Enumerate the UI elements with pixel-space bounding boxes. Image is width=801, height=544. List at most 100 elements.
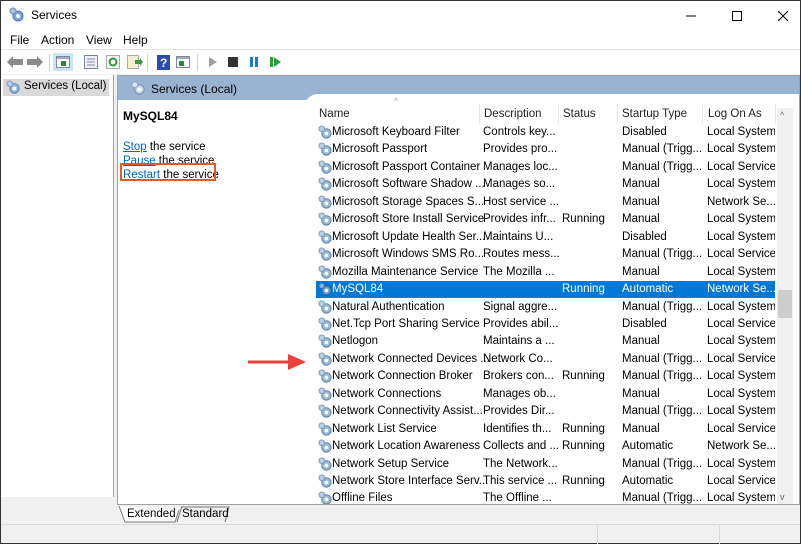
service-row[interactable]: Microsoft Software Shadow ... Manages so.… <box>316 176 775 193</box>
column-header-log-on-as[interactable]: Log On As <box>708 108 762 120</box>
service-row[interactable]: MySQL84 Running Automatic Network Se... <box>316 281 775 299</box>
service-row[interactable]: Mozilla Maintenance Service The Mozilla .… <box>316 264 775 281</box>
service-row[interactable]: Network Connection Broker Brokers con... R… <box>316 368 775 385</box>
column-resize-handle[interactable] <box>479 104 480 124</box>
service-log-on-as: Local Service <box>707 422 775 435</box>
service-row[interactable]: Network Connectivity Assist... Provides D… <box>316 403 775 420</box>
column-header-name[interactable]: Name <box>319 108 350 120</box>
service-name: Network Connection Broker <box>332 370 473 383</box>
menu-file[interactable]: File <box>10 33 29 47</box>
service-startup-type: Manual (Trigg... <box>622 370 703 383</box>
minimize-button[interactable] <box>668 1 714 30</box>
stop-action: Stop the service <box>123 141 206 153</box>
forward-button[interactable] <box>25 53 45 71</box>
refresh-button[interactable] <box>103 53 123 71</box>
scroll-thumb[interactable] <box>778 290 792 318</box>
tree-item-services-local[interactable]: Services (Local) <box>3 79 110 96</box>
service-row[interactable]: Natural Authentication Signal aggre... Man… <box>316 299 775 316</box>
service-startup-type: Automatic <box>622 283 674 296</box>
service-row[interactable]: Microsoft Passport Provides pro... Manual … <box>316 141 775 158</box>
start-service-button[interactable] <box>203 53 223 71</box>
service-name: Network Connected Devices ... <box>332 352 490 365</box>
sort-ascending-icon: ^ <box>394 97 398 106</box>
column-resize-handle[interactable] <box>617 104 618 124</box>
service-name: Network List Service <box>332 422 437 435</box>
service-gear-icon <box>318 422 332 436</box>
service-gear-icon <box>318 160 332 174</box>
stop-service-button[interactable] <box>223 53 243 71</box>
service-gear-icon <box>318 299 332 314</box>
scroll-up-icon[interactable]: ^ <box>780 110 784 120</box>
service-row[interactable]: Network Connections Manages ob... Manual Lo… <box>316 386 775 403</box>
service-name: Microsoft Store Install Service <box>332 213 485 226</box>
show-hide-console-tree-button[interactable] <box>53 53 73 71</box>
show-action-pane-icon <box>176 56 190 68</box>
column-resize-handle[interactable] <box>775 104 776 124</box>
maximize-button[interactable] <box>714 1 760 30</box>
service-row[interactable]: Network Setup Service The Network... Manua… <box>316 456 775 473</box>
service-name: Offline Files <box>332 492 393 504</box>
service-description: The Network... <box>483 457 558 470</box>
column-header-description[interactable]: Description <box>484 108 542 120</box>
show-action-pane-button[interactable] <box>173 53 193 71</box>
service-row[interactable]: Microsoft Windows SMS Ro... Routes mess..… <box>316 246 775 263</box>
column-header-startup-type[interactable]: Startup Type <box>622 108 687 120</box>
services-rows: Microsoft Keyboard Filter Controls key...… <box>304 124 775 504</box>
service-name: Network Connections <box>332 387 442 400</box>
menu-view[interactable]: View <box>86 33 112 47</box>
selected-service-name: MySQL84 <box>123 109 178 123</box>
service-description: This service ... <box>483 475 558 487</box>
services-gear-icon <box>131 81 145 95</box>
resume-service-button[interactable] <box>265 53 285 71</box>
service-row[interactable]: Network Store Interface Serv... This serv… <box>316 473 775 490</box>
column-resize-handle[interactable] <box>558 104 559 124</box>
service-row[interactable]: Netlogon Maintains a ... Manual Local Syste… <box>316 333 775 350</box>
service-row[interactable]: Net.Tcp Port Sharing Service Provides abi… <box>316 316 775 333</box>
service-gear-icon <box>318 195 332 209</box>
service-row[interactable]: Microsoft Passport Container Manages loc.… <box>316 159 775 176</box>
status-bar <box>1 524 800 544</box>
properties-button[interactable] <box>81 53 101 71</box>
console-tree: Services (Local) <box>1 75 114 497</box>
service-status: Running <box>562 440 605 453</box>
menu-help[interactable]: Help <box>123 33 148 47</box>
service-log-on-as: Local System <box>707 335 775 348</box>
service-description: Host service ... <box>483 195 560 208</box>
service-row[interactable]: Network Location Awareness Collects and .… <box>316 438 775 455</box>
stop-service-icon <box>228 57 238 67</box>
back-button[interactable] <box>5 53 25 71</box>
export-list-button[interactable] <box>125 53 145 71</box>
scroll-down-icon[interactable]: v <box>780 492 785 502</box>
service-row[interactable]: Network Connected Devices ... Network Co.… <box>316 351 775 368</box>
service-log-on-as: Local System <box>707 143 775 156</box>
service-row[interactable]: Offline Files The Offline ... Manual (Trig… <box>316 490 775 504</box>
service-name: Microsoft Update Health Ser... <box>332 230 486 243</box>
vertical-scrollbar[interactable]: ^ v <box>777 108 793 504</box>
service-gear-icon <box>318 491 332 504</box>
pause-service-button[interactable] <box>244 53 264 71</box>
service-status: Running <box>562 422 605 435</box>
help-button[interactable]: ? <box>153 53 173 71</box>
column-header-status[interactable]: Status <box>563 108 596 120</box>
service-description: The Offline ... <box>483 492 552 504</box>
service-gear-icon <box>318 282 332 296</box>
service-log-on-as: Local System <box>707 230 775 243</box>
service-description: Collects and ... <box>483 440 560 453</box>
service-gear-icon <box>318 334 332 348</box>
service-row[interactable]: Microsoft Store Install Service Provides … <box>316 211 775 228</box>
tab-standard[interactable]: Standard <box>174 506 229 523</box>
stop-service-link[interactable]: Stop <box>123 141 147 153</box>
tab-extended[interactable]: Extended <box>119 506 176 523</box>
column-resize-handle[interactable] <box>702 104 703 124</box>
service-log-on-as: Local System <box>707 405 775 418</box>
service-row[interactable]: Microsoft Update Health Ser... Maintains … <box>316 229 775 246</box>
service-startup-type: Manual (Trigg... <box>622 405 703 418</box>
service-log-on-as: Local System <box>707 387 775 400</box>
service-startup-type: Manual <box>622 213 660 226</box>
service-row[interactable]: Microsoft Keyboard Filter Controls key...… <box>316 124 775 141</box>
red-arrow-annotation <box>248 354 306 370</box>
close-button[interactable] <box>760 1 801 30</box>
service-row[interactable]: Microsoft Storage Spaces S... Host servic… <box>316 194 775 211</box>
menu-action[interactable]: Action <box>41 33 74 47</box>
service-row[interactable]: Network List Service Identifies th... Runn… <box>316 421 775 438</box>
